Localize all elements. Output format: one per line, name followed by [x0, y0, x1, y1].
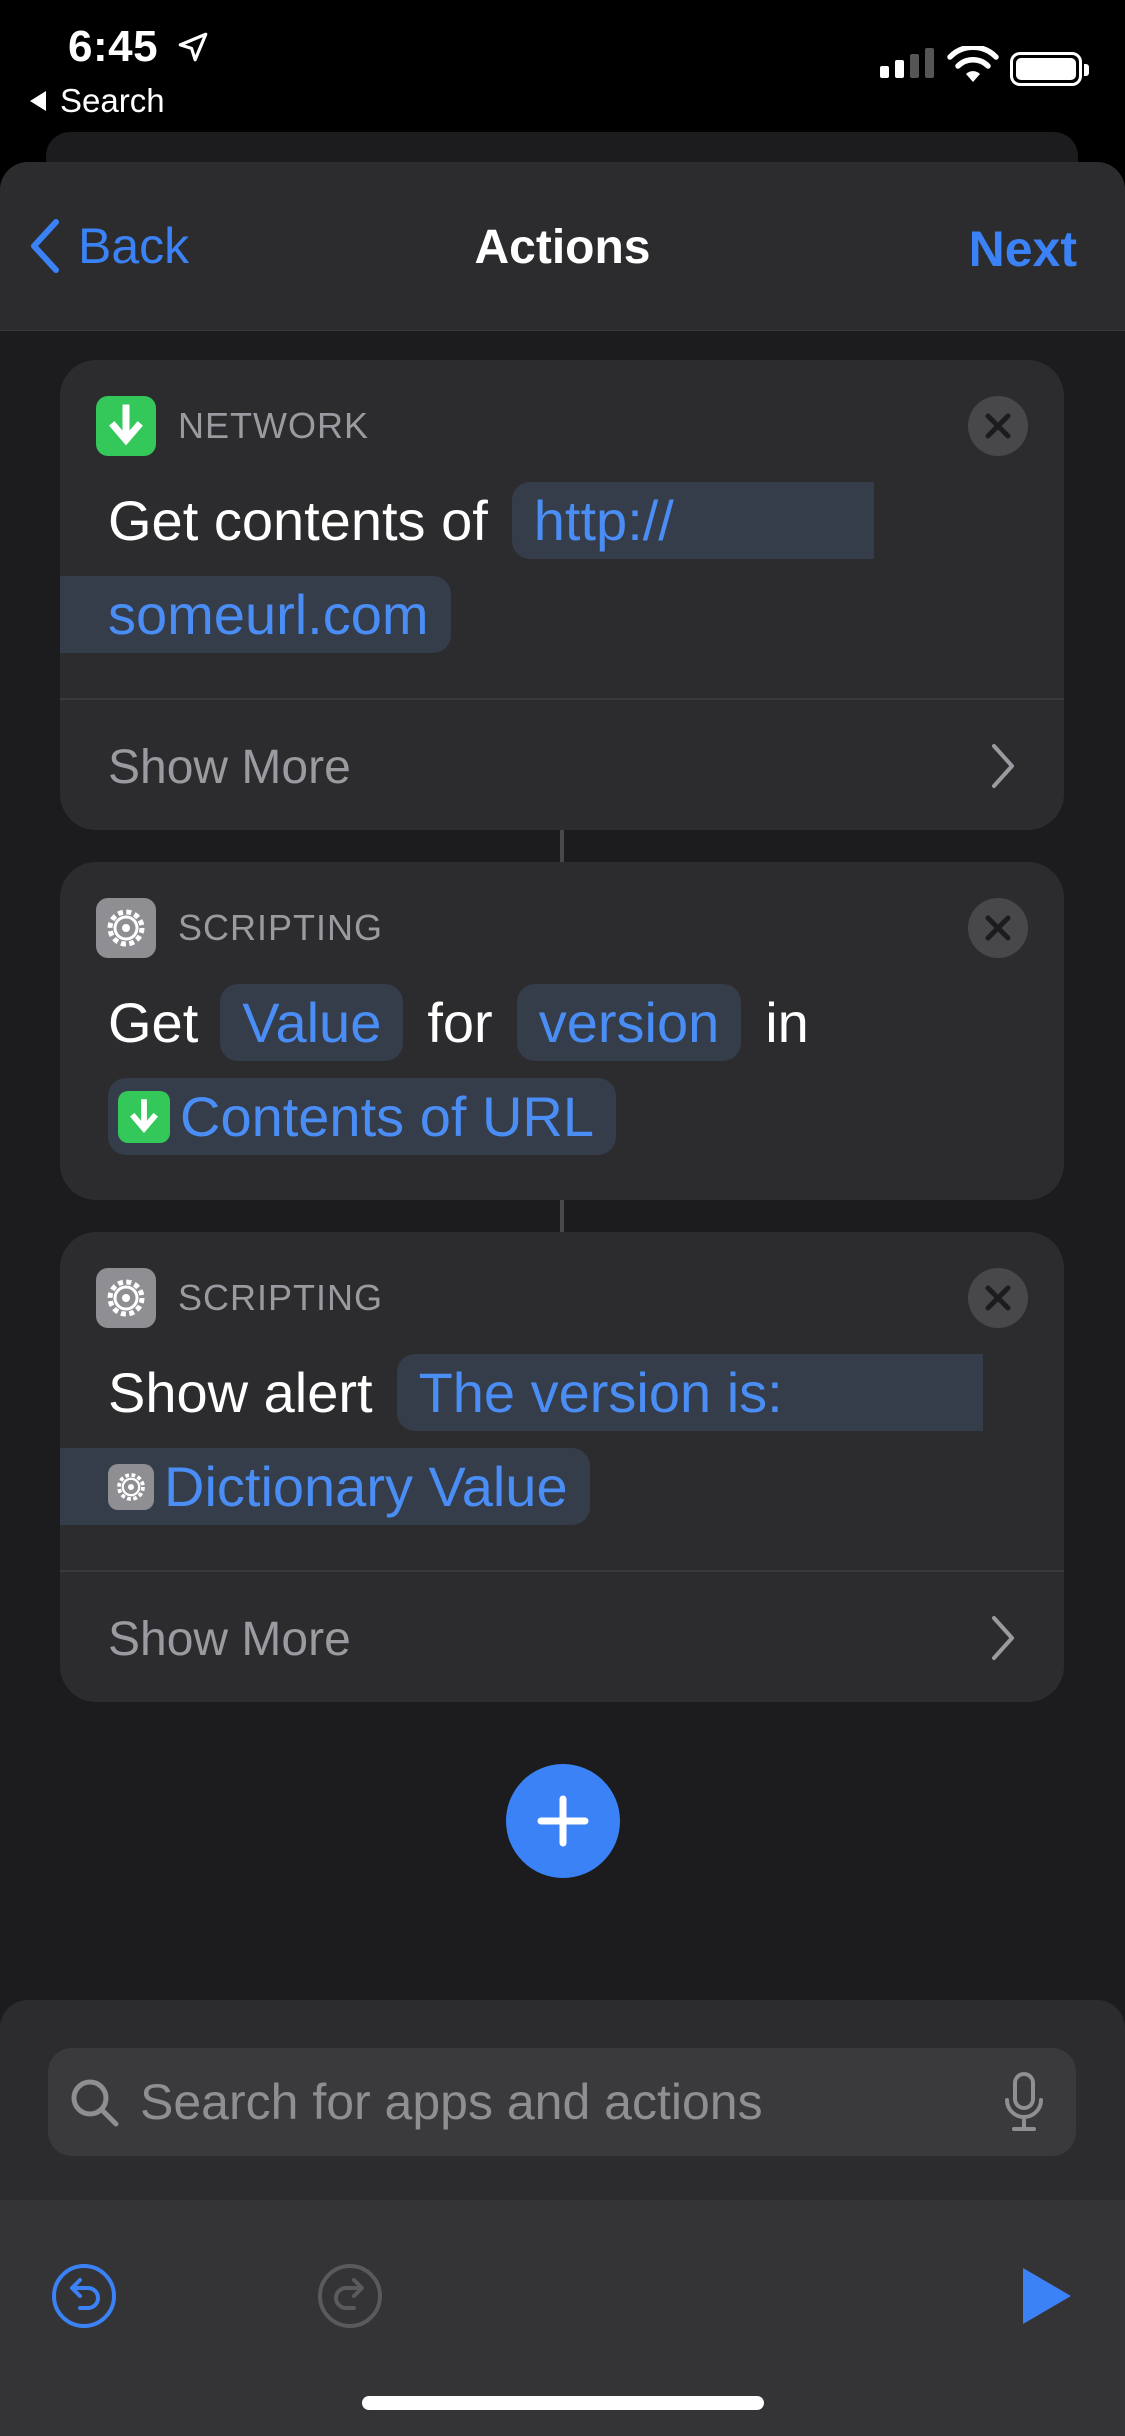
gear-icon: [96, 898, 156, 958]
action-library-panel: Search for apps and actions: [0, 2000, 1125, 2436]
page-title: Actions: [474, 221, 651, 274]
close-icon: [985, 915, 1011, 941]
url-parameter-token-continued[interactable]: someurl.com: [60, 576, 451, 653]
gear-icon: [108, 1463, 154, 1510]
plus-icon: [537, 1795, 589, 1847]
action-connector: [560, 1200, 564, 1232]
source-variable-label: Contents of URL: [180, 1085, 594, 1148]
microphone-icon[interactable]: [1002, 2072, 1046, 2132]
next-button[interactable]: Next: [969, 220, 1077, 278]
remove-action-button[interactable]: [968, 396, 1028, 456]
divider: [60, 698, 1064, 700]
remove-action-button[interactable]: [968, 1268, 1028, 1328]
action-body-line-1: Get Value for version in: [108, 984, 1064, 1061]
action-card-get-dictionary-value[interactable]: SCRIPTING Get Value for version in Conte…: [60, 862, 1064, 1200]
divider: [60, 1570, 1064, 1572]
url-parameter-token[interactable]: http://: [511, 482, 874, 559]
back-app-label: Search: [60, 82, 165, 119]
action-connector: [560, 830, 564, 862]
gear-icon: [96, 1268, 156, 1328]
battery-icon: [1010, 52, 1089, 86]
show-more-button[interactable]: Show More: [108, 1612, 351, 1667]
alert-message-token[interactable]: The version is:: [396, 1354, 983, 1431]
status-bar: 6:45 Search: [0, 0, 1125, 130]
category-row: SCRIPTING: [96, 898, 383, 958]
value-parameter-token[interactable]: Value: [220, 984, 404, 1061]
word-in: in: [765, 991, 809, 1054]
actions-sheet: Back Actions Next NETWORK Get contents o…: [0, 162, 1125, 2436]
action-verb: Get contents of: [108, 489, 488, 552]
category-label: SCRIPTING: [178, 1277, 384, 1318]
close-icon: [985, 413, 1011, 439]
back-to-app-link[interactable]: Search: [30, 82, 165, 120]
navigation-bar: Back Actions Next: [0, 162, 1125, 331]
search-icon: [71, 2079, 119, 2127]
source-variable-token[interactable]: Contents of URL: [108, 1078, 616, 1155]
word-get: Get: [108, 991, 199, 1054]
wifi-icon: [947, 46, 999, 82]
chevron-right-icon: [992, 744, 1014, 788]
download-arrow-icon: [118, 1090, 170, 1143]
show-more-button[interactable]: Show More: [108, 740, 351, 795]
chevron-right-icon: [992, 1616, 1014, 1660]
back-triangle-icon: [30, 91, 46, 111]
action-body-line-2: Dictionary Value: [60, 1448, 1064, 1525]
close-icon: [985, 1285, 1011, 1311]
action-card-show-alert[interactable]: SCRIPTING Show alert The version is: Dic…: [60, 1232, 1064, 1702]
action-verb: Show alert: [108, 1361, 373, 1424]
action-body-line-1: Show alert The version is:: [108, 1354, 1064, 1431]
category-label: SCRIPTING: [178, 907, 384, 948]
action-body-line-1: Get contents of http://: [108, 482, 1064, 559]
action-card-get-contents[interactable]: NETWORK Get contents of http:// someurl.…: [60, 360, 1064, 830]
action-body-line-2: someurl.com: [60, 576, 1064, 653]
download-arrow-icon: [96, 396, 156, 456]
undo-icon[interactable]: [50, 2262, 118, 2330]
play-icon[interactable]: [1019, 2264, 1075, 2328]
redo-icon[interactable]: [316, 2262, 384, 2330]
alert-variable-label: Dictionary Value: [164, 1455, 568, 1518]
alert-variable-token[interactable]: Dictionary Value: [60, 1448, 590, 1525]
cellular-signal-icon: [880, 48, 934, 78]
action-body-line-2: Contents of URL: [108, 1078, 1064, 1155]
search-field[interactable]: Search for apps and actions: [48, 2048, 1076, 2156]
category-label: NETWORK: [178, 405, 369, 446]
category-row: NETWORK: [96, 396, 369, 456]
category-row: SCRIPTING: [96, 1268, 383, 1328]
status-time: 6:45: [68, 22, 159, 71]
location-arrow-icon: [178, 32, 208, 62]
home-indicator: [362, 2396, 764, 2410]
key-parameter-token[interactable]: version: [516, 984, 742, 1061]
add-action-button[interactable]: [506, 1764, 620, 1878]
remove-action-button[interactable]: [968, 898, 1028, 958]
search-placeholder: Search for apps and actions: [140, 2074, 763, 2130]
word-for: for: [427, 991, 493, 1054]
